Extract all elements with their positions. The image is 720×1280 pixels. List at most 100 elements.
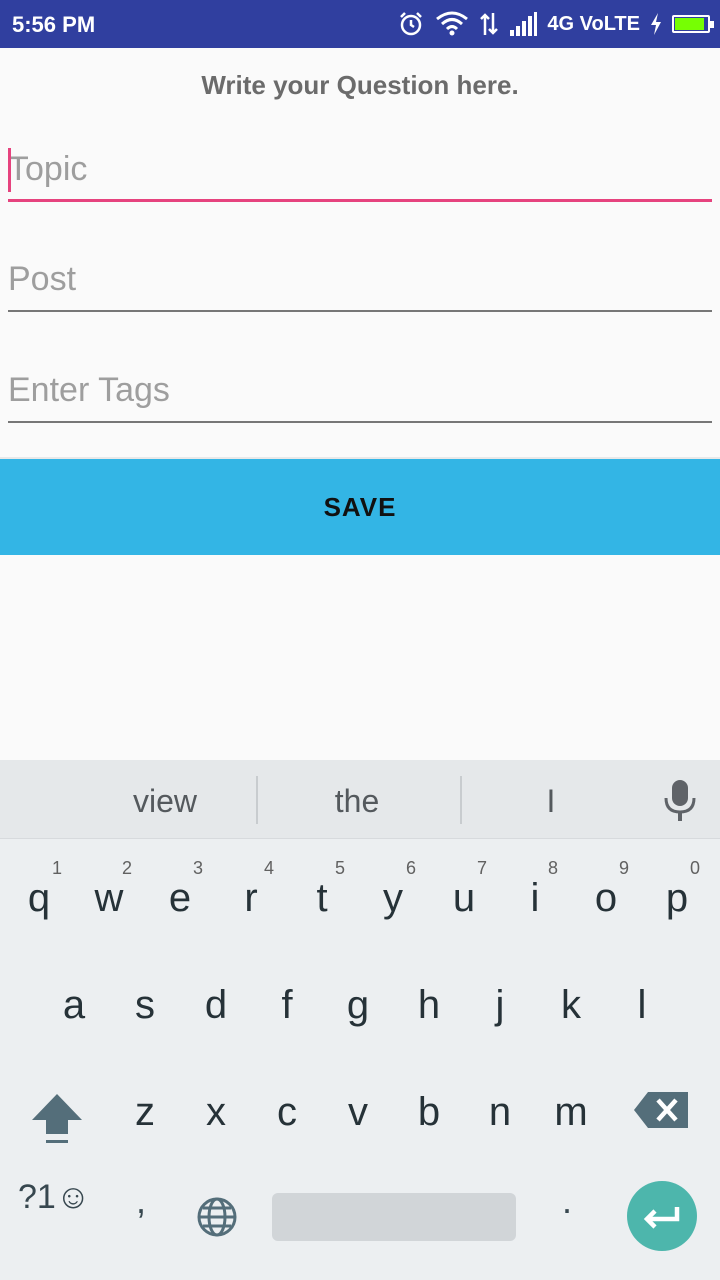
status-bar: 5:56 PM 4G VoLTE xyxy=(0,0,720,48)
charging-icon xyxy=(651,13,661,35)
key-label: u xyxy=(452,876,476,920)
post-input[interactable] xyxy=(8,252,712,312)
key-label: q xyxy=(27,876,51,920)
text-cursor xyxy=(8,148,11,192)
key-label: s xyxy=(135,983,155,1027)
key-g[interactable]: g xyxy=(323,955,393,1055)
shift-icon[interactable] xyxy=(28,1090,86,1146)
key-w[interactable]: w2 xyxy=(74,848,144,948)
status-icons: 4G VoLTE xyxy=(397,8,714,40)
suggestion-1[interactable]: view xyxy=(70,760,260,838)
key-label: e xyxy=(168,876,192,920)
signal-icon xyxy=(510,12,538,36)
key-label: a xyxy=(62,983,86,1027)
key-label: z xyxy=(135,1090,155,1134)
key-e[interactable]: e3 xyxy=(145,848,215,948)
key-label: b xyxy=(417,1090,441,1134)
key-label: j xyxy=(495,983,505,1027)
key-r[interactable]: r4 xyxy=(216,848,286,948)
page-title: Write your Question here. xyxy=(201,70,519,100)
key-label: n xyxy=(488,1090,512,1134)
key-label: v xyxy=(348,1090,368,1134)
key-label: f xyxy=(281,983,293,1027)
tags-input[interactable] xyxy=(8,363,712,423)
topic-input[interactable] xyxy=(8,142,712,202)
tags-underline xyxy=(8,421,712,423)
key-label: t xyxy=(316,876,328,920)
post-underline xyxy=(8,310,712,312)
key-o[interactable]: o9 xyxy=(571,848,641,948)
key-label: x xyxy=(206,1090,226,1134)
key-label: k xyxy=(561,983,581,1027)
key-label: r xyxy=(244,876,258,920)
key-label: h xyxy=(417,983,441,1027)
key-z[interactable]: z xyxy=(110,1062,180,1162)
key-q[interactable]: q1 xyxy=(4,848,74,948)
key-hint: 2 xyxy=(122,858,133,878)
key-label: w xyxy=(94,876,124,920)
status-time: 5:56 PM xyxy=(12,12,96,37)
wifi-icon xyxy=(436,11,469,36)
key-i[interactable]: i8 xyxy=(500,848,570,948)
key-hint: 5 xyxy=(335,858,346,878)
key-label: p xyxy=(665,876,689,920)
battery-level xyxy=(675,18,704,30)
post-field[interactable] xyxy=(8,252,712,312)
key-m[interactable]: m xyxy=(536,1062,606,1162)
key-s[interactable]: s xyxy=(110,955,180,1055)
key-label: g xyxy=(346,983,370,1027)
key-v[interactable]: v xyxy=(323,1062,393,1162)
key-t[interactable]: t5 xyxy=(287,848,357,948)
key-c[interactable]: c xyxy=(252,1062,322,1162)
key-label: m xyxy=(554,1090,588,1134)
key-hint: 1 xyxy=(52,858,63,878)
tags-field[interactable] xyxy=(8,363,712,423)
key-label: y xyxy=(383,876,403,920)
key-d[interactable]: d xyxy=(181,955,251,1055)
key-label: o xyxy=(594,876,618,920)
key-k[interactable]: k xyxy=(536,955,606,1055)
key-label: l xyxy=(637,983,647,1027)
key-label: i xyxy=(530,876,540,920)
key-b[interactable]: b xyxy=(394,1062,464,1162)
key-hint: 8 xyxy=(548,858,559,878)
key-y[interactable]: y6 xyxy=(358,848,428,948)
network-type: 4G VoLTE xyxy=(547,12,640,35)
comma-key[interactable]: , xyxy=(136,1180,146,1222)
save-button[interactable]: SAVE xyxy=(0,459,720,555)
enter-key[interactable] xyxy=(627,1181,697,1251)
key-n[interactable]: n xyxy=(465,1062,535,1162)
key-hint: 9 xyxy=(619,858,630,878)
battery-icon xyxy=(672,15,714,33)
space-bar[interactable] xyxy=(272,1193,516,1241)
suggestion-bar: view the I xyxy=(0,760,720,839)
suggestion-2[interactable]: the xyxy=(262,760,452,838)
key-u[interactable]: u7 xyxy=(429,848,499,948)
key-x[interactable]: x xyxy=(181,1062,251,1162)
key-hint: 0 xyxy=(690,858,701,878)
key-label: d xyxy=(204,983,228,1027)
key-l[interactable]: l xyxy=(607,955,677,1055)
key-a[interactable]: a xyxy=(39,955,109,1055)
key-f[interactable]: f xyxy=(252,955,322,1055)
backspace-icon[interactable] xyxy=(632,1088,692,1132)
globe-icon[interactable] xyxy=(196,1196,238,1238)
key-hint: 4 xyxy=(264,858,275,878)
data-transfer-icon xyxy=(480,13,499,35)
key-hint: 3 xyxy=(193,858,204,878)
topic-underline xyxy=(8,199,712,202)
key-hint: 6 xyxy=(406,858,417,878)
soft-keyboard: view the I q1w2e3r4t5y6u7i8o9p0 asdfghjk… xyxy=(0,760,720,1280)
key-hint: 7 xyxy=(477,858,488,878)
key-p[interactable]: p0 xyxy=(642,848,712,948)
suggestion-divider xyxy=(256,776,258,824)
alarm-icon xyxy=(400,12,423,36)
key-label: c xyxy=(277,1090,297,1134)
symbols-key[interactable]: ?1☺ xyxy=(18,1178,91,1217)
period-key[interactable]: . xyxy=(562,1180,572,1222)
enter-icon xyxy=(643,1207,680,1229)
key-j[interactable]: j xyxy=(465,955,535,1055)
microphone-icon[interactable] xyxy=(660,778,700,822)
topic-field[interactable] xyxy=(8,142,712,202)
key-h[interactable]: h xyxy=(394,955,464,1055)
